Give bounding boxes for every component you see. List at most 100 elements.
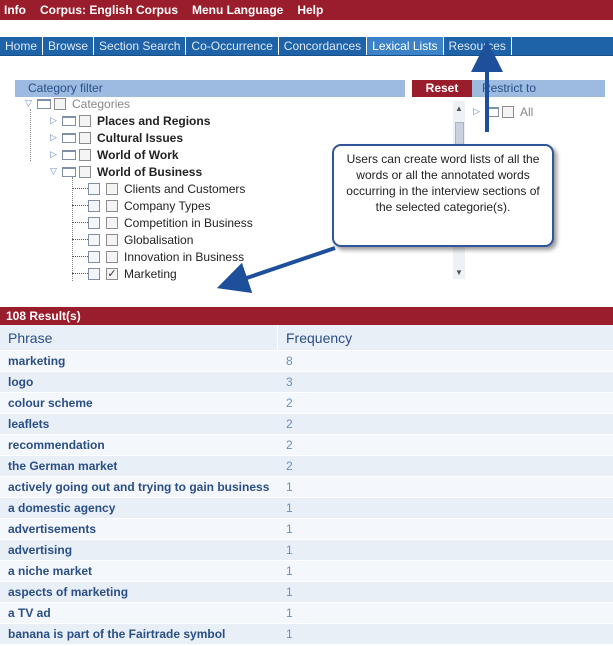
reset-button[interactable]: Reset (412, 80, 472, 97)
phrase-link[interactable]: leaflets (0, 414, 278, 434)
phrase-link[interactable]: advertising (0, 540, 278, 560)
tab-section-search[interactable]: Section Search (94, 37, 187, 55)
phrase-link[interactable]: a TV ad (0, 603, 278, 623)
phrase-link[interactable]: a domestic agency (0, 498, 278, 518)
menu-corpus[interactable]: Corpus: English Corpus (40, 3, 178, 17)
checkbox[interactable] (106, 199, 118, 212)
table-row: a domestic agency 1 (0, 498, 613, 519)
tab-co-occurrence[interactable]: Co-Occurrence (186, 37, 279, 55)
tree-node-competition-in-business[interactable]: Competition in Business (72, 214, 253, 231)
checkbox[interactable] (79, 148, 91, 161)
annotation-callout: Users can create word lists of all the w… (332, 144, 554, 247)
restrict-all-node[interactable]: ▷ All (473, 103, 533, 120)
table-row: a TV ad 1 (0, 603, 613, 624)
checkbox[interactable] (106, 216, 118, 229)
tree-node-root[interactable]: ▽ Categories (25, 95, 130, 112)
tree-node-label: Clients and Customers (124, 181, 246, 196)
table-row: recommendation 2 (0, 435, 613, 456)
table-row: marketing 8 (0, 351, 613, 372)
expand-triangle-icon[interactable]: ▷ (473, 106, 483, 117)
leaf-icon (88, 267, 100, 280)
checkbox[interactable] (502, 105, 514, 118)
checkbox-checked[interactable]: ✓ (106, 267, 118, 280)
frequency-value: 1 (286, 543, 293, 557)
frequency-value: 1 (286, 627, 293, 641)
leaf-icon (88, 199, 100, 212)
phrase-link[interactable]: logo (0, 372, 278, 392)
scroll-up-icon[interactable]: ▲ (455, 104, 463, 113)
checkbox[interactable] (79, 131, 91, 144)
checkbox[interactable] (106, 250, 118, 263)
phrase-link[interactable]: banana is part of the Fairtrade symbol (0, 624, 278, 644)
phrase-link[interactable]: marketing (0, 351, 278, 371)
frequency-value: 8 (286, 354, 293, 368)
tree-node-label: Company Types (124, 198, 211, 213)
leaf-icon (88, 233, 100, 246)
leaf-icon (88, 250, 100, 263)
tree-connector (72, 239, 88, 240)
tree-node-globalisation[interactable]: Globalisation (72, 231, 193, 248)
tree-node-label: Places and Regions (97, 113, 211, 128)
tree-connector (72, 188, 88, 189)
phrase-link[interactable]: actively going out and trying to gain bu… (0, 477, 278, 497)
table-row: advertising 1 (0, 540, 613, 561)
frequency-value: 1 (286, 522, 293, 536)
checkbox[interactable] (106, 233, 118, 246)
tab-home[interactable]: Home (0, 37, 44, 55)
phrase-link[interactable]: aspects of marketing (0, 582, 278, 602)
tree-connector (30, 109, 31, 161)
menu-help[interactable]: Help (297, 3, 323, 17)
frequency-value: 1 (286, 480, 293, 494)
main-tab-bar: Home Browse Section Search Co-Occurrence… (0, 37, 613, 56)
phrase-link[interactable]: the German market (0, 456, 278, 476)
checkbox[interactable] (106, 182, 118, 195)
tree-node-cultural-issues[interactable]: ▷ Cultural Issues (50, 129, 183, 146)
frequency-value: 1 (286, 501, 293, 515)
tab-lexical-lists[interactable]: Lexical Lists (367, 37, 444, 55)
checkbox[interactable] (79, 165, 91, 178)
collapse-triangle-icon[interactable]: ▽ (50, 166, 60, 177)
folder-icon (62, 115, 76, 126)
phrase-link[interactable]: advertisements (0, 519, 278, 539)
tree-node-label: Competition in Business (124, 215, 253, 230)
menu-language[interactable]: Menu Language (192, 3, 283, 17)
frequency-value: 2 (286, 417, 293, 431)
results-table: marketing 8 logo 3 colour scheme 2 leaflets… (0, 351, 613, 645)
table-row: leaflets 2 (0, 414, 613, 435)
scrollbar-thumb[interactable] (455, 122, 464, 146)
tree-connector (72, 256, 88, 257)
column-header-phrase[interactable]: Phrase (0, 325, 278, 351)
phrase-link[interactable]: colour scheme (0, 393, 278, 413)
table-row: actively going out and trying to gain bu… (0, 477, 613, 498)
tree-node-world-of-work[interactable]: ▷ World of Work (50, 146, 179, 163)
menu-info[interactable]: Info (4, 3, 26, 17)
scroll-down-icon[interactable]: ▼ (455, 268, 463, 277)
frequency-value: 2 (286, 438, 293, 452)
restrict-to-header: Restrict to (472, 80, 605, 97)
tree-node-label: Globalisation (124, 232, 194, 247)
expand-triangle-icon[interactable]: ▷ (50, 132, 60, 143)
tab-concordances[interactable]: Concordances (279, 37, 368, 55)
top-menu-bar: Info Corpus: English Corpus Menu Languag… (0, 0, 613, 20)
table-row: logo 3 (0, 372, 613, 393)
tree-node-marketing[interactable]: ✓ Marketing (72, 265, 177, 282)
phrase-link[interactable]: a niche market (0, 561, 278, 581)
checkbox[interactable] (54, 97, 66, 110)
tree-node-innovation-in-business[interactable]: Innovation in Business (72, 248, 244, 265)
tab-resources[interactable]: Resources (444, 37, 512, 55)
results-count-header: 108 Result(s) (0, 307, 613, 325)
expand-triangle-icon[interactable]: ▷ (50, 149, 60, 160)
collapse-triangle-icon[interactable]: ▽ (25, 98, 35, 109)
checkbox[interactable] (79, 114, 91, 127)
tree-node-places-and-regions[interactable]: ▷ Places and Regions (50, 112, 210, 129)
table-row: the German market 2 (0, 456, 613, 477)
tree-node-clients-and-customers[interactable]: Clients and Customers (72, 180, 245, 197)
tree-node-company-types[interactable]: Company Types (72, 197, 211, 214)
tree-connector (72, 273, 88, 274)
tab-browse[interactable]: Browse (43, 37, 95, 55)
column-header-frequency[interactable]: Frequency (278, 325, 613, 351)
expand-triangle-icon[interactable]: ▷ (50, 115, 60, 126)
frequency-value: 1 (286, 564, 293, 578)
folder-open-icon (62, 166, 76, 177)
phrase-link[interactable]: recommendation (0, 435, 278, 455)
